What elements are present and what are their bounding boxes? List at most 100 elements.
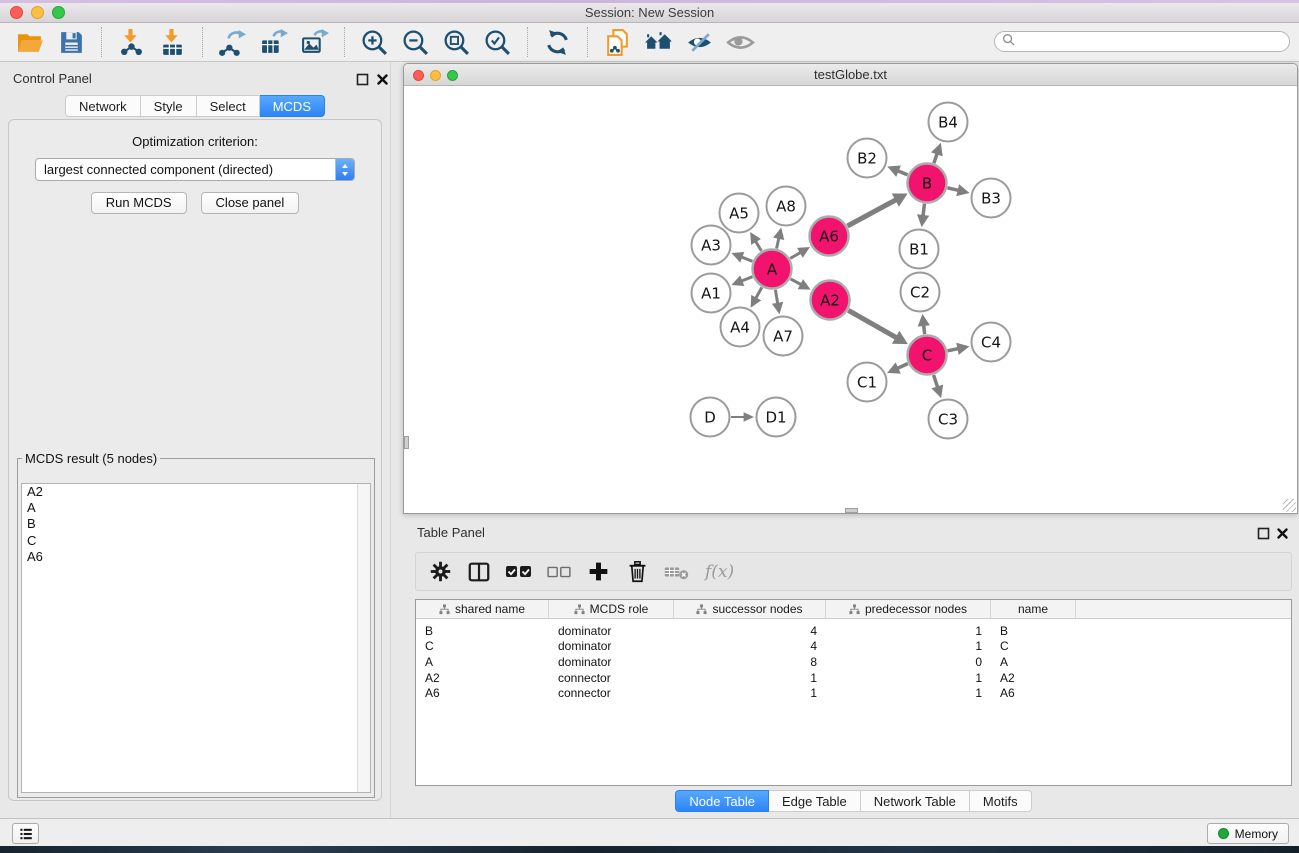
graph-edge-A-A4[interactable]: [751, 287, 762, 307]
import-table-icon[interactable]: [158, 28, 187, 57]
close-panel-icon[interactable]: [376, 73, 390, 87]
settings-gear-icon[interactable]: [426, 560, 454, 583]
table-row[interactable]: Cdominator41C: [416, 639, 1291, 655]
task-history-button[interactable]: [12, 823, 39, 844]
graph-node-C3[interactable]: C3: [929, 400, 968, 439]
graph-edge-D-D1[interactable]: [731, 412, 754, 422]
column-header-predecessor-nodes[interactable]: predecessor nodes: [826, 600, 991, 618]
graph-node-A2[interactable]: A2: [811, 281, 850, 320]
graph-edge-A2-C[interactable]: [848, 310, 908, 344]
export-table-icon[interactable]: [259, 28, 288, 57]
graph-edge-B-B1[interactable]: [917, 204, 929, 227]
export-network-icon[interactable]: [218, 28, 247, 57]
resize-grip-icon[interactable]: [1283, 499, 1296, 512]
graph-node-A5[interactable]: A5: [720, 194, 759, 233]
memory-button[interactable]: Memory: [1207, 823, 1289, 844]
graph-node-B[interactable]: B: [908, 164, 947, 203]
search-input[interactable]: [1015, 34, 1289, 50]
export-image-icon[interactable]: [300, 28, 329, 57]
mcds-result-item[interactable]: A6: [22, 549, 370, 565]
graph-edge-C-C1[interactable]: [887, 362, 908, 373]
search-field[interactable]: [994, 31, 1290, 52]
mcds-result-item[interactable]: B: [22, 516, 370, 532]
add-icon[interactable]: [584, 560, 612, 583]
tab-style[interactable]: Style: [141, 95, 197, 117]
graph-node-A6[interactable]: A6: [810, 217, 849, 256]
graph-node-B2[interactable]: B2: [848, 139, 887, 178]
deselect-all-icon[interactable]: [545, 562, 573, 582]
import-network-icon[interactable]: [117, 28, 146, 57]
column-header-shared-name[interactable]: shared name: [416, 600, 549, 618]
graph-node-C1[interactable]: C1: [848, 363, 887, 402]
graph-node-A1[interactable]: A1: [692, 274, 731, 313]
graph-edge-C-C3[interactable]: [931, 375, 943, 398]
graph-edge-B-B3[interactable]: [947, 184, 969, 196]
tab-node-table[interactable]: Node Table: [675, 790, 769, 812]
table-row[interactable]: A6connector11A6: [416, 685, 1291, 701]
open-file-icon[interactable]: [16, 28, 45, 57]
split-view-icon[interactable]: [465, 560, 493, 584]
zoom-out-icon[interactable]: [401, 28, 430, 57]
show-panel-icon[interactable]: [726, 28, 755, 57]
optimization-criterion-dropdown[interactable]: largest connected component (directed): [35, 158, 355, 181]
graph-node-B3[interactable]: B3: [972, 179, 1011, 218]
mcds-result-item[interactable]: C: [22, 533, 370, 549]
float-panel-icon[interactable]: [356, 73, 370, 87]
zoom-in-icon[interactable]: [360, 28, 389, 57]
select-all-icon[interactable]: [504, 561, 534, 583]
tab-edge-table[interactable]: Edge Table: [769, 790, 861, 812]
tab-network[interactable]: Network: [65, 95, 141, 117]
column-header-MCDS-role[interactable]: MCDS role: [549, 600, 674, 618]
network-graph[interactable]: AA1A2A3A4A5A6A7A8BB1B2B3B4CC1C2C3C4DD1: [404, 87, 1297, 513]
graph-node-A7[interactable]: A7: [764, 317, 803, 356]
minimize-view-button[interactable]: [430, 70, 441, 81]
graph-node-A8[interactable]: A8: [767, 187, 806, 226]
left-scroll-handle[interactable]: [404, 436, 409, 449]
tab-mcds[interactable]: MCDS: [260, 95, 325, 117]
network-canvas[interactable]: AA1A2A3A4A5A6A7A8BB1B2B3B4CC1C2C3C4DD1: [404, 87, 1297, 513]
delete-trash-icon[interactable]: [623, 560, 651, 583]
column-header-name[interactable]: name: [991, 600, 1076, 618]
graph-node-A[interactable]: A: [753, 250, 792, 289]
table-row[interactable]: Bdominator41B: [416, 623, 1291, 639]
close-view-button[interactable]: [413, 70, 424, 81]
run-mcds-button[interactable]: Run MCDS: [91, 192, 187, 214]
close-table-panel-icon[interactable]: [1276, 527, 1290, 541]
graph-edge-C-C4[interactable]: [948, 343, 970, 355]
graph-node-D[interactable]: D: [691, 398, 730, 437]
refresh-icon[interactable]: [543, 28, 572, 57]
graph-edge-A-A8[interactable]: [773, 227, 784, 248]
graph-node-D1[interactable]: D1: [757, 398, 796, 437]
table-row[interactable]: A2connector11A2: [416, 670, 1291, 686]
graph-node-C[interactable]: C: [908, 336, 947, 375]
graph-node-B1[interactable]: B1: [900, 230, 939, 269]
hide-panel-icon[interactable]: [685, 28, 714, 57]
graph-edge-A-A1[interactable]: [731, 275, 752, 286]
result-scrollbar[interactable]: [357, 484, 370, 792]
graph-node-C2[interactable]: C2: [901, 273, 940, 312]
zoom-window-button[interactable]: [52, 6, 65, 19]
close-window-button[interactable]: [10, 6, 23, 19]
zoom-selected-icon[interactable]: [483, 28, 512, 57]
zoom-view-button[interactable]: [447, 70, 458, 81]
minimize-window-button[interactable]: [31, 6, 44, 19]
graph-node-A3[interactable]: A3: [692, 226, 731, 265]
mcds-result-item[interactable]: A2: [22, 484, 370, 500]
save-icon[interactable]: [57, 28, 86, 57]
table-row[interactable]: Adominator80A: [416, 654, 1291, 670]
graph-edge-B-B2[interactable]: [887, 165, 907, 176]
zoom-fit-icon[interactable]: [442, 28, 471, 57]
home-icon[interactable]: [644, 28, 673, 57]
tab-network-table[interactable]: Network Table: [861, 790, 970, 812]
graph-node-C4[interactable]: C4: [972, 323, 1011, 362]
tab-motifs[interactable]: Motifs: [970, 790, 1032, 812]
graph-edge-A-A3[interactable]: [731, 252, 752, 263]
graph-edge-A-A7[interactable]: [772, 290, 783, 315]
graph-edge-A-A5[interactable]: [750, 232, 761, 251]
mcds-result-item[interactable]: A: [22, 500, 370, 516]
close-panel-button[interactable]: Close panel: [201, 192, 300, 214]
duplicate-network-icon[interactable]: [603, 28, 632, 57]
graph-node-A4[interactable]: A4: [721, 308, 760, 347]
graph-edge-B-B4[interactable]: [931, 143, 943, 163]
column-header-successor-nodes[interactable]: successor nodes: [674, 600, 826, 618]
